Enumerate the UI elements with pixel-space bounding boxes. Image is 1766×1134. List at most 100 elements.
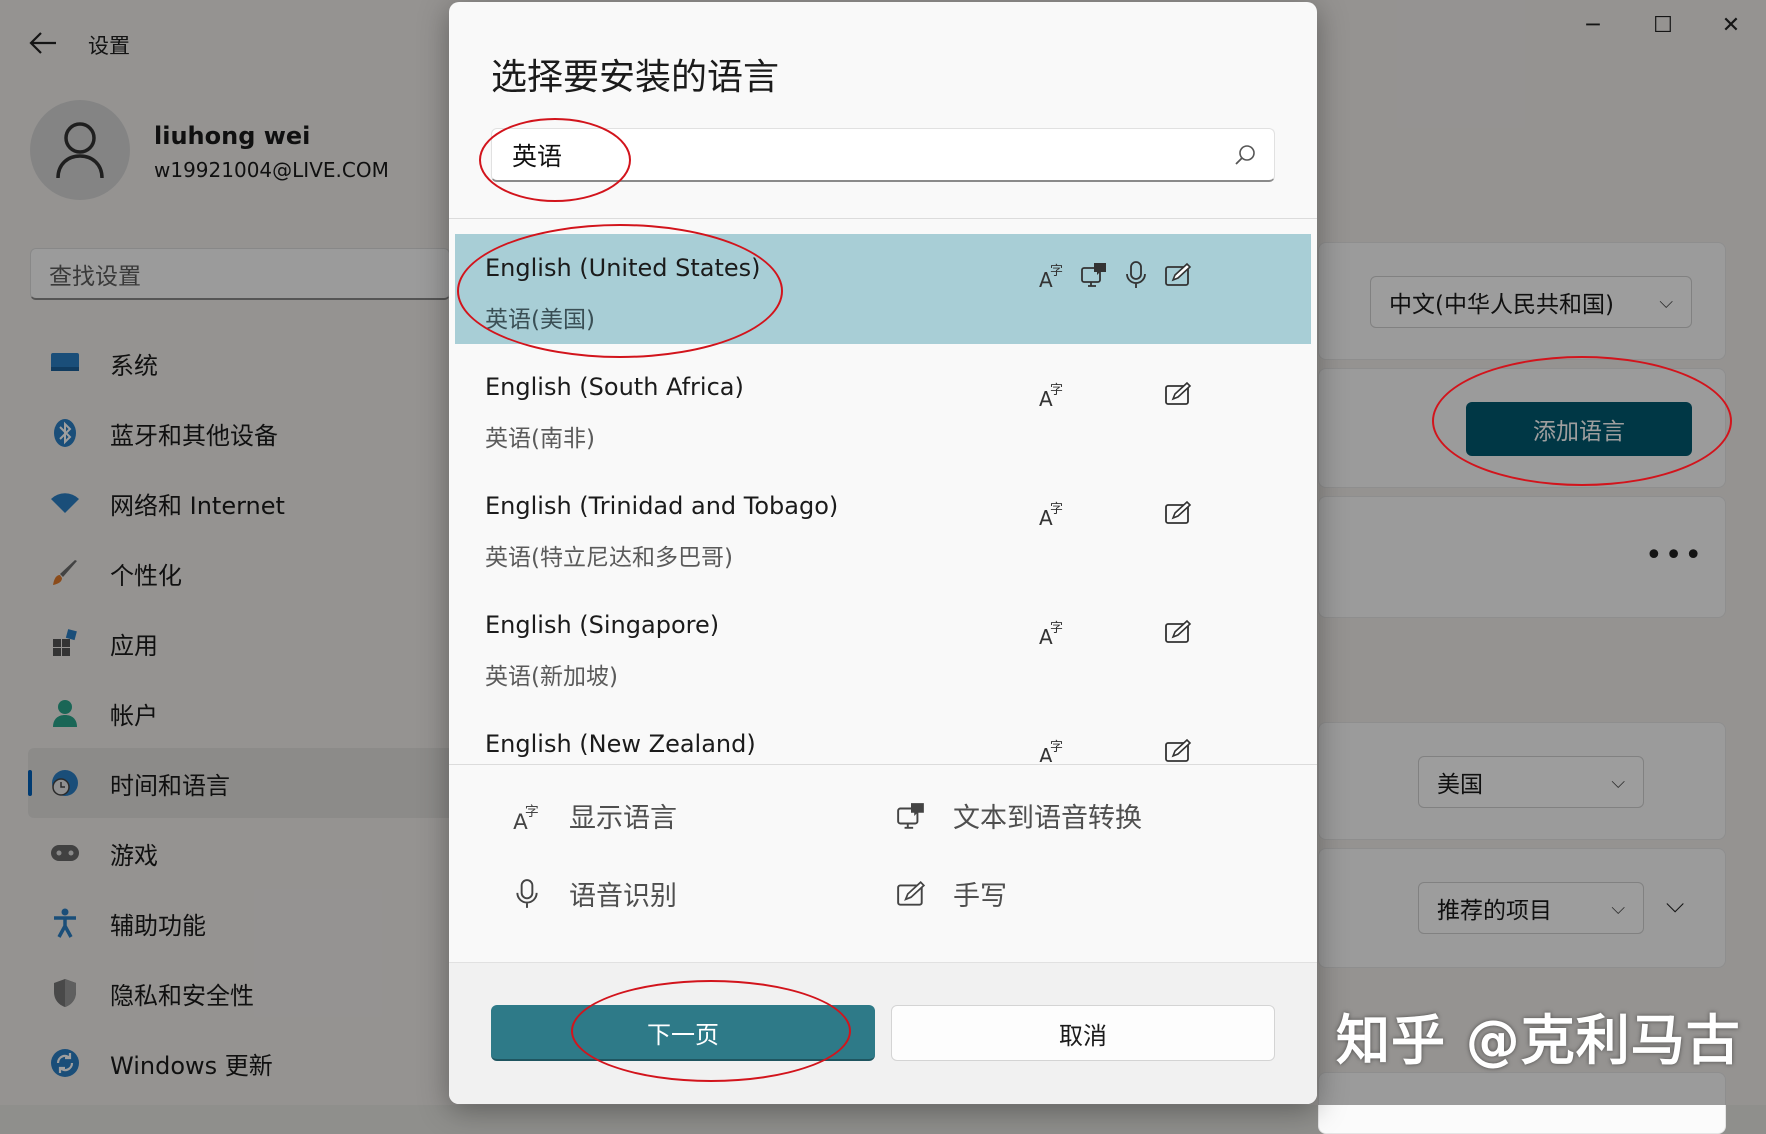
language-item-en-us[interactable]: English (United States) 英语(美国) A字 (455, 234, 1311, 344)
language-search-box[interactable] (491, 128, 1275, 182)
bottom-card (1318, 1072, 1726, 1134)
display-language-value: 中文(中华人民共和国) (1389, 292, 1614, 318)
sidebar-item-apps[interactable]: 应用 (28, 608, 458, 678)
language-item-en-sg[interactable]: English (Singapore) 英语(新加坡) A字 (455, 591, 1311, 710)
svg-text:字: 字 (1050, 621, 1063, 636)
chevron-down-icon: ⌵ (1659, 291, 1673, 313)
display-language-icon: A字 (1037, 379, 1067, 409)
sidebar-item-label: 帐户 (110, 701, 158, 730)
sidebar-item-personalization[interactable]: 个性化 (28, 538, 458, 608)
search-icon (1235, 144, 1255, 165)
brush-icon (48, 556, 82, 590)
display-language-icon: A字 (509, 798, 545, 834)
sidebar-item-label: 系统 (110, 351, 158, 380)
language-item-en-tt[interactable]: English (Trinidad and Tobago) 英语(特立尼达和多巴… (455, 472, 1311, 591)
apps-icon (48, 626, 82, 660)
display-language-icon: A字 (1037, 260, 1067, 290)
svg-text:字: 字 (1050, 383, 1063, 398)
sidebar-item-windows-update[interactable]: Windows 更新 (28, 1028, 458, 1098)
user-name: liuhong wei (154, 122, 311, 150)
gamepad-icon (48, 836, 82, 870)
legend-display-language: A字 显示语言 (509, 796, 677, 835)
shield-icon (48, 976, 82, 1010)
legend-speech-recognition: 语音识别 (509, 874, 677, 913)
handwriting-icon (893, 876, 929, 912)
svg-text:字: 字 (1050, 264, 1063, 279)
feature-legend: A字 显示语言 文本到语音转换 语音识别 手写 (449, 770, 1317, 960)
bluetooth-icon (48, 416, 82, 450)
sidebar-item-network[interactable]: 网络和 Internet (28, 468, 458, 538)
settings-search-input[interactable]: 查找设置 (30, 248, 450, 300)
next-button[interactable]: 下一页 (491, 1005, 875, 1061)
monitor-icon (48, 346, 82, 380)
sidebar-item-gaming[interactable]: 游戏 (28, 818, 458, 888)
cancel-button[interactable]: 取消 (891, 1005, 1275, 1061)
language-local-name: 英语(美国) (485, 307, 595, 333)
back-button[interactable] (28, 30, 58, 56)
sidebar-item-privacy[interactable]: 隐私和安全性 (28, 958, 458, 1028)
accessibility-icon (48, 906, 82, 940)
speech-recognition-icon (1121, 260, 1151, 290)
display-language-dropdown[interactable]: 中文(中华人民共和国) ⌵ (1370, 276, 1692, 328)
chevron-down-icon: ⌵ (1611, 897, 1625, 919)
sidebar-item-label: 辅助功能 (110, 911, 206, 940)
sidebar-item-bluetooth[interactable]: 蓝牙和其他设备 (28, 398, 458, 468)
language-name: English (Trinidad and Tobago) (485, 492, 839, 520)
minimize-button[interactable]: ─ (1558, 10, 1628, 40)
sidebar-item-system[interactable]: 系统 (28, 328, 458, 398)
sidebar-item-accessibility[interactable]: 辅助功能 (28, 888, 458, 958)
display-language-icon: A字 (1037, 736, 1067, 762)
dialog-title: 选择要安装的语言 (491, 57, 780, 98)
display-language-icon: A字 (1037, 498, 1067, 528)
language-name: English (South Africa) (485, 373, 744, 401)
language-name: English (United States) (485, 254, 761, 282)
language-name: English (Singapore) (485, 611, 720, 639)
handwriting-icon (1163, 498, 1193, 528)
install-language-dialog: 选择要安装的语言 English (United States) 英语(美国) … (449, 2, 1317, 1104)
add-language-button[interactable]: 添加语言 (1466, 402, 1692, 456)
divider (449, 218, 1317, 219)
handwriting-icon (1163, 617, 1193, 647)
language-name: English (New Zealand) (485, 730, 756, 758)
regional-format-dropdown[interactable]: 推荐的项目 ⌵ (1418, 882, 1644, 934)
language-item-en-za[interactable]: English (South Africa) 英语(南非) A字 (455, 353, 1311, 472)
sidebar-item-label: 蓝牙和其他设备 (110, 421, 278, 450)
divider (449, 764, 1317, 765)
chevron-down-icon: ⌵ (1611, 771, 1625, 793)
language-search-input[interactable] (510, 139, 1194, 170)
language-item-en-nz[interactable]: English (New Zealand) A字 (455, 710, 1311, 762)
sidebar-item-label: 时间和语言 (110, 771, 230, 800)
legend-label: 手写 (953, 881, 1007, 912)
close-button[interactable]: ✕ (1696, 10, 1766, 40)
sidebar-item-label: 游戏 (110, 841, 158, 870)
speech-recognition-icon (509, 876, 545, 912)
text-to-speech-icon (893, 798, 929, 834)
avatar[interactable] (30, 100, 130, 200)
back-arrow-icon (29, 32, 56, 54)
person-icon (56, 122, 104, 179)
region-dropdown[interactable]: 美国 ⌵ (1418, 756, 1644, 808)
sidebar-item-accounts[interactable]: 帐户 (28, 678, 458, 748)
sidebar-item-time-language[interactable]: 时间和语言 (28, 748, 458, 818)
legend-label: 文本到语音转换 (953, 803, 1142, 834)
svg-text:字: 字 (1050, 740, 1063, 755)
legend-handwriting: 手写 (893, 874, 1007, 913)
svg-text:字: 字 (525, 804, 539, 820)
language-local-name: 英语(特立尼达和多巴哥) (485, 545, 733, 571)
expand-chevron-icon[interactable]: ⌵ (1666, 890, 1684, 918)
text-to-speech-icon (1079, 260, 1109, 290)
display-language-icon: A字 (1037, 617, 1067, 647)
language-local-name: 英语(南非) (485, 426, 595, 452)
sidebar-item-label: 应用 (110, 631, 158, 660)
handwriting-icon (1163, 736, 1193, 762)
update-icon (48, 1046, 82, 1080)
wifi-icon (48, 486, 82, 520)
app-title: 设置 (88, 34, 130, 58)
language-list[interactable]: English (United States) 英语(美国) A字 Englis… (455, 234, 1311, 762)
more-options-button[interactable]: ••• (1645, 538, 1704, 573)
user-email: w19921004@LIVE.COM (154, 158, 389, 182)
maximize-button[interactable]: ☐ (1628, 10, 1698, 40)
legend-text-to-speech: 文本到语音转换 (893, 796, 1142, 835)
legend-label: 语音识别 (569, 881, 677, 912)
dialog-footer: 下一页 取消 (449, 962, 1317, 1104)
